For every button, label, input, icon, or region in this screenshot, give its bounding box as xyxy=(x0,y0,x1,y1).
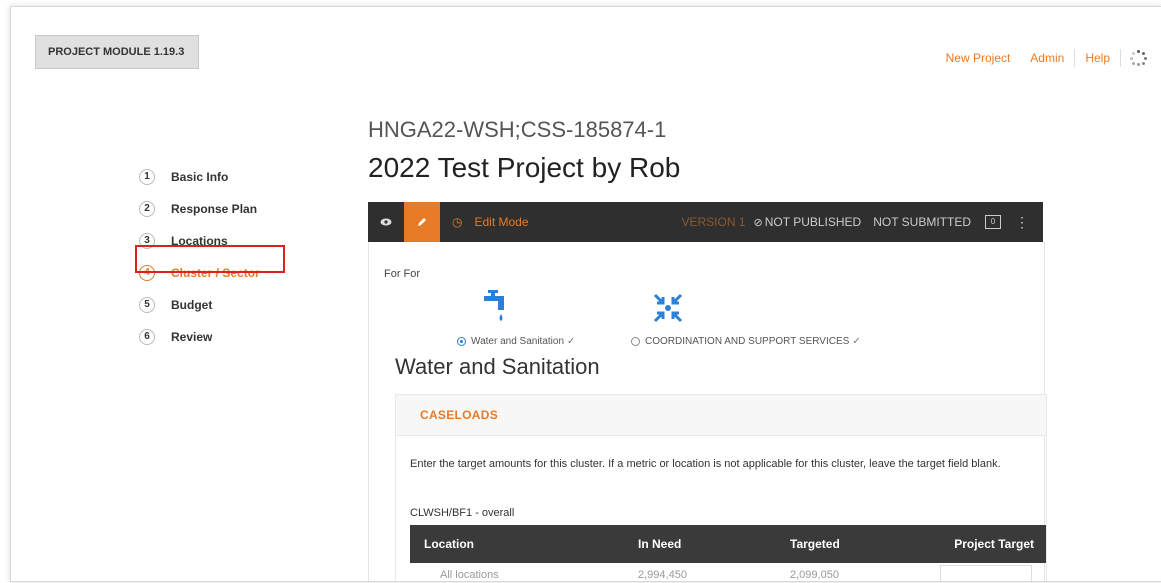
column-targeted: Targeted xyxy=(790,537,840,551)
radio-selected[interactable] xyxy=(457,337,466,346)
active-step-highlight xyxy=(135,245,285,273)
step-label: Response Plan xyxy=(171,202,258,216)
cell-location: All locations xyxy=(440,569,499,581)
edit-mode-label: Edit Mode xyxy=(474,215,529,229)
loading-spinner-icon xyxy=(1130,50,1147,66)
metric-label: CLWSH/BF1 - overall xyxy=(410,507,515,519)
step-number: 5 xyxy=(139,297,155,313)
project-code: HNGA22-WSH;CSS-185874-1 xyxy=(368,117,667,142)
cell-in-need: 2,994,450 xyxy=(638,569,687,581)
caseloads-panel: CASELOADS Enter the target amounts for t… xyxy=(395,394,1047,581)
step-number: 2 xyxy=(139,201,155,217)
radio-unselected[interactable] xyxy=(631,337,640,346)
eye-icon xyxy=(380,218,392,226)
top-nav: New Project Admin Help xyxy=(926,49,1147,67)
cluster-option-label: Water and Sanitation xyxy=(471,336,565,347)
check-icon: ✓ xyxy=(852,336,861,347)
caseload-table-header: Location In Need Targeted Project Target xyxy=(410,525,1046,563)
version-label: VERSION 1 xyxy=(681,215,746,229)
cluster-select-label: For For xyxy=(384,268,421,280)
message-count-icon[interactable]: 0 xyxy=(985,215,1001,229)
more-options-icon[interactable]: ⋮ xyxy=(1015,214,1029,231)
column-in-need: In Need xyxy=(638,537,682,551)
water-tap-icon xyxy=(484,290,504,321)
pencil-icon xyxy=(418,218,426,226)
table-row: All locations 2,994,450 2,099,050 xyxy=(410,563,1046,581)
project-target-input[interactable] xyxy=(940,565,1032,581)
edit-mode-button[interactable] xyxy=(404,202,440,242)
main-content: For For Water and Sanitation ✓ COORDINAT… xyxy=(368,242,1047,581)
cluster-option-label: COORDINATION AND SUPPORT SERVICES xyxy=(645,336,850,347)
step-label: Basic Info xyxy=(171,170,229,184)
app-window: PROJECT MODULE 1.19.3 New Project Admin … xyxy=(10,6,1161,582)
step-budget[interactable]: 5 Budget xyxy=(139,289,260,321)
section-title: Water and Sanitation xyxy=(395,354,600,379)
nav-divider xyxy=(1074,49,1076,67)
admin-link[interactable]: Admin xyxy=(1030,51,1064,65)
step-number: 6 xyxy=(139,329,155,345)
coordination-arrows-icon xyxy=(653,293,683,323)
publish-status: NOT PUBLISHED xyxy=(764,215,862,229)
step-label: Review xyxy=(171,330,213,344)
column-project-target: Project Target xyxy=(954,537,1034,551)
submit-status: NOT SUBMITTED xyxy=(873,215,971,229)
column-location: Location xyxy=(424,537,474,551)
cluster-option-water[interactable]: Water and Sanitation ✓ xyxy=(457,336,575,347)
step-review[interactable]: 6 Review xyxy=(139,321,260,353)
step-number: 1 xyxy=(139,169,155,185)
caseloads-instructions: Enter the target amounts for this cluste… xyxy=(410,458,1001,470)
caseloads-heading[interactable]: CASELOADS xyxy=(396,395,1046,436)
step-label: Budget xyxy=(171,298,213,312)
view-mode-button[interactable] xyxy=(368,202,404,242)
step-basic-info[interactable]: 1 Basic Info xyxy=(139,161,260,193)
check-icon: ✓ xyxy=(567,336,576,347)
clock-icon: ◷ xyxy=(452,215,463,229)
help-link[interactable]: Help xyxy=(1085,51,1110,65)
step-response-plan[interactable]: 2 Response Plan xyxy=(139,193,260,225)
cluster-option-coordination[interactable]: COORDINATION AND SUPPORT SERVICES ✓ xyxy=(631,336,861,347)
cell-targeted: 2,099,050 xyxy=(790,569,839,581)
module-version-badge: PROJECT MODULE 1.19.3 xyxy=(35,35,199,69)
not-published-icon: ⊘ xyxy=(753,216,763,229)
project-toolbar: ◷ Edit Mode VERSION 1 ⊘ NOT PUBLISHED NO… xyxy=(368,202,1043,242)
new-project-link[interactable]: New Project xyxy=(946,51,1011,65)
page-title: 2022 Test Project by Rob xyxy=(368,152,681,183)
nav-divider xyxy=(1120,49,1121,67)
